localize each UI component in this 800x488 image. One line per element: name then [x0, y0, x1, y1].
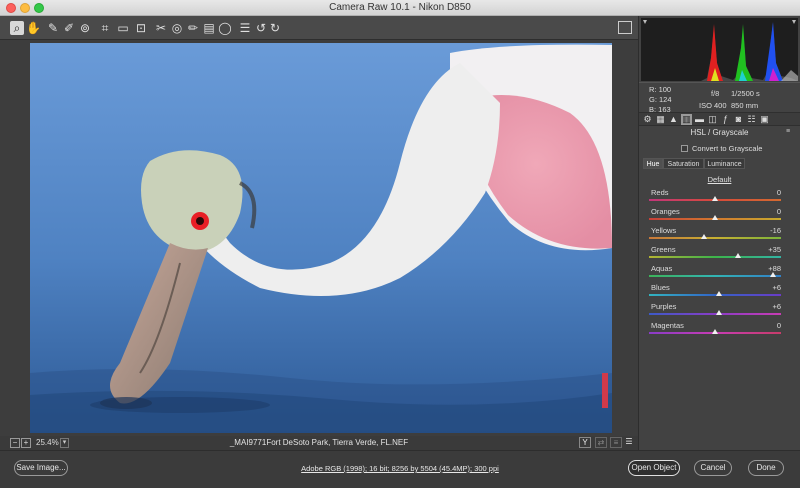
- bottom-bar: Save Image... Adobe RGB (1998); 16 bit; …: [0, 450, 800, 488]
- slider-label: Reds: [651, 188, 669, 197]
- shutter-speed: 1/2500 s: [731, 89, 760, 98]
- slider-label: Oranges: [651, 207, 680, 216]
- cancel-button[interactable]: Cancel: [694, 460, 732, 476]
- adjustment-panel: R: 100 G: 124 B: 163 f/8 1/2500 s ISO 40…: [638, 16, 800, 450]
- slider-track[interactable]: [649, 256, 781, 258]
- slider-value[interactable]: +6: [772, 283, 781, 292]
- slider-track[interactable]: [649, 313, 781, 315]
- slider-value[interactable]: 0: [777, 207, 781, 216]
- convert-grayscale-label: Convert to Grayscale: [692, 144, 763, 153]
- hsl-panel-icon[interactable]: ▥: [681, 114, 692, 125]
- panel-tab-strip: ⚙ ▦ ▲ ▥ ▬ ◫ ƒ ◙ ☷ ▣: [639, 112, 800, 126]
- camera-calibration-panel-icon[interactable]: ◙: [733, 114, 744, 125]
- photo-preview[interactable]: [30, 43, 612, 433]
- spoonbill-photo: [30, 43, 612, 433]
- slider-value[interactable]: 0: [777, 188, 781, 197]
- crop-tool-icon[interactable]: ⌗: [98, 21, 112, 35]
- snapshots-panel-icon[interactable]: ▣: [759, 114, 770, 125]
- slider-thumb[interactable]: [716, 291, 722, 296]
- copy-settings-icon[interactable]: ≡: [610, 437, 622, 448]
- slider-value[interactable]: 0: [777, 321, 781, 330]
- panel-menu-icon[interactable]: ≡: [786, 128, 794, 136]
- slider-magentas[interactable]: Magentas 0: [649, 321, 795, 337]
- slider-label: Aquas: [651, 264, 673, 273]
- tone-curve-panel-icon[interactable]: ▦: [655, 114, 666, 125]
- adjustment-brush-icon[interactable]: ✏: [186, 21, 200, 35]
- graduated-filter-icon[interactable]: ▤: [202, 21, 216, 35]
- white-balance-tool-icon[interactable]: ✎: [46, 21, 60, 35]
- color-sampler-tool-icon[interactable]: ✐: [62, 21, 76, 35]
- transform-tool-icon[interactable]: ⊡: [134, 21, 148, 35]
- rotate-left-icon[interactable]: ↺: [254, 21, 268, 35]
- slider-value[interactable]: -16: [770, 226, 781, 235]
- slider-purples[interactable]: Purples +6: [649, 302, 795, 318]
- slider-aquas[interactable]: Aquas +88: [649, 264, 795, 280]
- view-settings-icon[interactable]: ☰: [623, 437, 635, 448]
- slider-track[interactable]: [649, 275, 781, 277]
- slider-label: Blues: [651, 283, 670, 292]
- workflow-options-link[interactable]: Adobe RGB (1998); 16 bit; 8256 by 5504 (…: [0, 464, 800, 473]
- hsl-subtabs: Hue Saturation Luminance: [643, 158, 745, 169]
- detail-panel-icon[interactable]: ▲: [668, 114, 679, 125]
- fullscreen-toggle-icon[interactable]: [618, 21, 632, 34]
- straighten-tool-icon[interactable]: ▭: [116, 21, 130, 35]
- green-readout: G: 124: [649, 95, 672, 104]
- histogram: [641, 18, 798, 81]
- slider-thumb[interactable]: [770, 272, 776, 277]
- slider-greens[interactable]: Greens +35: [649, 245, 795, 261]
- tab-hue[interactable]: Hue: [643, 158, 663, 169]
- tab-luminance[interactable]: Luminance: [704, 158, 745, 169]
- focal-length: 850 mm: [731, 101, 759, 110]
- slider-thumb[interactable]: [712, 196, 718, 201]
- slider-value[interactable]: +6: [772, 302, 781, 311]
- slider-yellows[interactable]: Yellows -16: [649, 226, 795, 242]
- hand-tool-icon[interactable]: ✋: [26, 21, 41, 35]
- rotate-right-icon[interactable]: ↻: [268, 21, 282, 35]
- red-readout: R: 100: [649, 85, 672, 94]
- swap-settings-icon[interactable]: ⇄: [595, 437, 607, 448]
- red-eye-tool-icon[interactable]: ◎: [170, 21, 184, 35]
- basic-panel-icon[interactable]: ⚙: [642, 114, 653, 125]
- slider-blues[interactable]: Blues +6: [649, 283, 795, 299]
- open-object-button[interactable]: Open Object: [628, 460, 680, 476]
- slider-value[interactable]: +35: [768, 245, 781, 254]
- done-button[interactable]: Done: [748, 460, 784, 476]
- slider-thumb[interactable]: [712, 329, 718, 334]
- before-after-view-button[interactable]: Y: [579, 437, 591, 448]
- aperture: f/8: [711, 89, 720, 98]
- panel-title: HSL / Grayscale: [690, 128, 749, 137]
- preferences-icon[interactable]: ☰: [238, 21, 252, 35]
- slider-label: Purples: [651, 302, 677, 311]
- split-toning-panel-icon[interactable]: ▬: [694, 114, 705, 125]
- slider-oranges[interactable]: Oranges 0: [649, 207, 795, 223]
- slider-track[interactable]: [649, 294, 781, 296]
- slider-reds[interactable]: Reds 0: [649, 188, 795, 204]
- title-bar: Camera Raw 10.1 - Nikon D850: [0, 0, 800, 16]
- file-name: _MAI9771Fort DeSoto Park, Tierra Verde, …: [229, 438, 409, 447]
- tab-saturation[interactable]: Saturation: [663, 158, 704, 169]
- effects-panel-icon[interactable]: ƒ: [720, 114, 731, 125]
- slider-thumb[interactable]: [712, 215, 718, 220]
- slider-label: Magentas: [651, 321, 684, 330]
- slider-thumb[interactable]: [716, 310, 722, 315]
- radial-filter-icon[interactable]: ◯: [218, 21, 232, 35]
- slider-label: Greens: [651, 245, 676, 254]
- slider-thumb[interactable]: [735, 253, 741, 258]
- image-preview-area: [0, 40, 638, 436]
- slider-track[interactable]: [649, 237, 781, 239]
- spot-removal-tool-icon[interactable]: ✂: [154, 21, 168, 35]
- status-bar: − + 25.4% ▾ _MAI9771Fort DeSoto Park, Ti…: [0, 436, 638, 450]
- presets-panel-icon[interactable]: ☷: [746, 114, 757, 125]
- iso: ISO 400: [699, 101, 727, 110]
- slider-label: Yellows: [651, 226, 677, 235]
- targeted-adjustment-tool-icon[interactable]: ⊚: [78, 21, 92, 35]
- zoom-tool-icon[interactable]: ⌕: [10, 21, 24, 35]
- default-link[interactable]: Default: [639, 175, 800, 184]
- window-title: Camera Raw 10.1 - Nikon D850: [329, 2, 471, 13]
- lens-corrections-panel-icon[interactable]: ◫: [707, 114, 718, 125]
- slider-thumb[interactable]: [701, 234, 707, 239]
- convert-grayscale-checkbox[interactable]: [681, 145, 688, 152]
